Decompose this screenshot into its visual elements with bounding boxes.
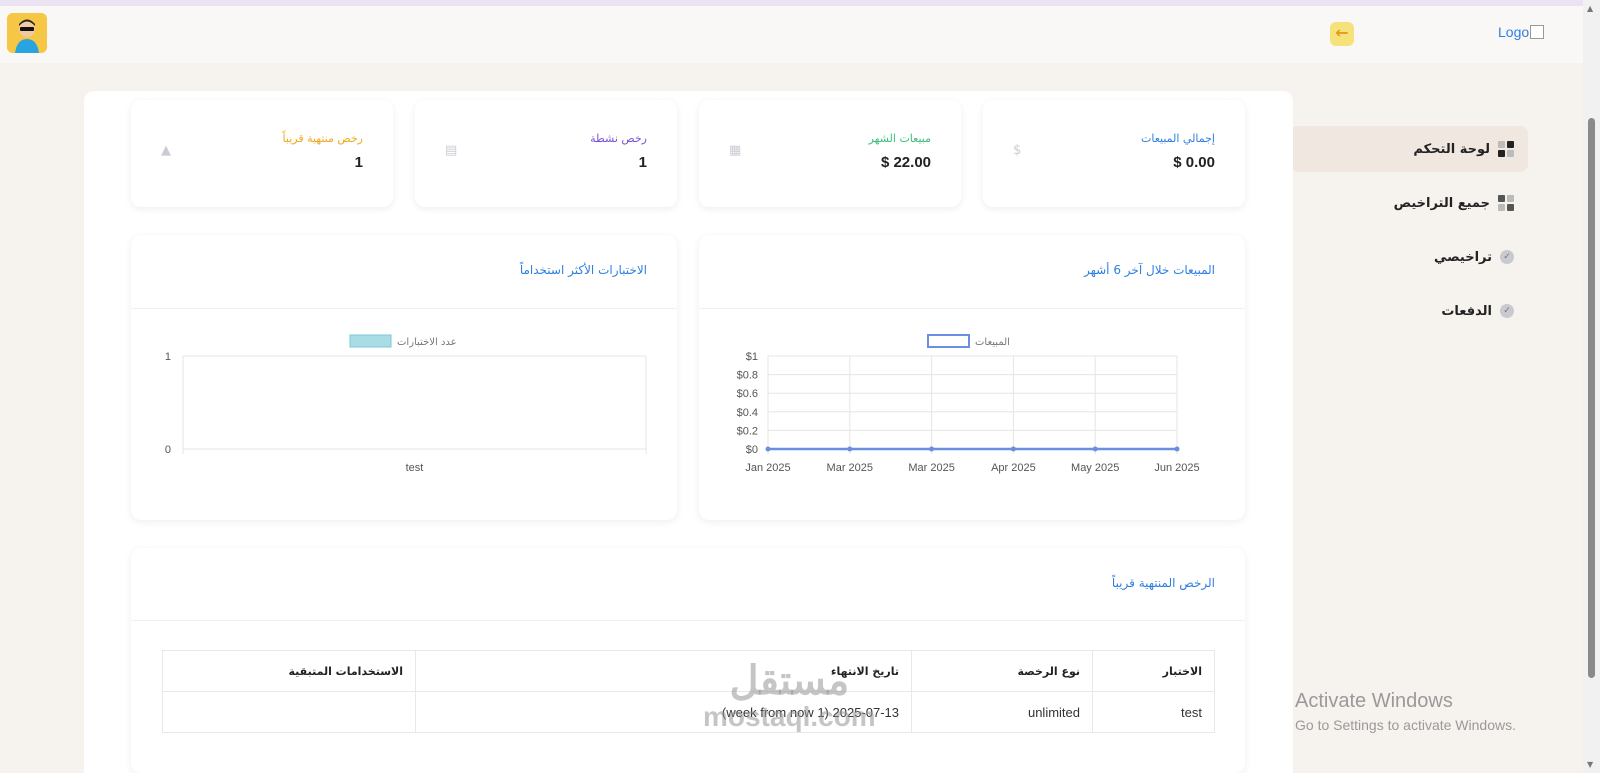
activation-title: Activate Windows [1295, 690, 1453, 712]
sidebar-item-label: الدفعات [1441, 303, 1492, 319]
data-point [929, 446, 935, 452]
user-avatar[interactable] [7, 13, 47, 53]
legend-label: عدد الاختبارات [397, 337, 457, 348]
stat-card-total-sales: إجمالي المبيعات $ 0.00 $ [983, 100, 1245, 207]
shield-check-icon: ✓ [1500, 304, 1514, 318]
grid-icon [1498, 195, 1514, 211]
arrow-left-icon: ← [1335, 23, 1349, 42]
page-scrollbar[interactable]: ▲ ▼ [1583, 0, 1600, 773]
sidebar-item-label: تراخيصي [1433, 249, 1492, 265]
chart-title: المبيعات خلال آخر 6 أشهر [1083, 263, 1215, 277]
legend-swatch [349, 334, 392, 348]
shield-check-icon: ✓ [1500, 250, 1514, 264]
column-header: الاستخدامات المتبقية [162, 650, 416, 692]
tests-bar-chart: عدد الاختبارات 0 1 test [165, 334, 647, 474]
table-cell: unlimited [911, 691, 1093, 733]
legend-swatch [927, 334, 970, 348]
x-tick-label: Jun 2025 [1154, 462, 1199, 474]
watermark-latin: mostaql.com [703, 701, 876, 732]
stat-value: $ 0.00 [1173, 154, 1215, 171]
watermark-arabic: مستقل [729, 659, 850, 703]
top-navbar: ← Logo [0, 6, 1583, 63]
data-point [1174, 446, 1180, 452]
x-tick-label: Jan 2025 [745, 462, 790, 474]
data-point [847, 446, 853, 452]
divider [131, 620, 1245, 621]
stat-value: 1 [638, 154, 647, 171]
sidebar-item-my-licenses[interactable]: ✓ تراخيصي [1290, 234, 1528, 280]
tests-chart-card: الاختبارات الأكثر استخداماً عدد الاختبار… [131, 235, 677, 520]
expiring-licenses-card: الرخص المنتهية قريباً الاختبار نوع الرخص… [131, 548, 1245, 773]
x-tick-label: test [406, 462, 424, 474]
stat-card-active-licenses: رخص نشطة 1 ▤ [415, 100, 677, 207]
broken-image-icon [1530, 25, 1545, 39]
data-point [765, 446, 771, 452]
stat-card-month-sales: مبيعات الشهر $ 22.00 ▦ [699, 100, 961, 207]
x-tick-label: May 2025 [1071, 462, 1119, 474]
stat-title: رخص منتهية قريباً [282, 132, 363, 145]
stat-title: مبيعات الشهر [868, 132, 931, 145]
windows-activation-notice: Activate Windows Go to Settings to activ… [1295, 690, 1516, 733]
sidebar-item-all-licenses[interactable]: جميع التراخيص [1290, 180, 1528, 226]
y-tick-label: $0.2 [737, 425, 758, 437]
y-tick-label: $0.4 [737, 407, 758, 419]
x-tick-label: Mar 2025 [827, 462, 873, 474]
table-header-row: الاختبار نوع الرخصة تاريخ الانتهاء الاست… [162, 650, 1215, 692]
watermark: مستقل mostaql.com [703, 660, 876, 732]
stat-value: 1 [354, 154, 363, 171]
y-tick-label: $0.6 [737, 388, 758, 400]
logo-link[interactable]: Logo [1498, 24, 1545, 40]
expiring-licenses-table: الاختبار نوع الرخصة تاريخ الانتهاء الاست… [162, 650, 1215, 733]
stat-title: رخص نشطة [590, 132, 647, 145]
sales-line-chart: المبيعات $0 $0.2 $0.4 $0.6 $0.8 $1 Jan 2025 Mar … [737, 334, 1200, 474]
logo-alt-text: Logo [1498, 24, 1530, 40]
legend-label: المبيعات [975, 337, 1010, 348]
y-tick-label: $0 [746, 444, 758, 456]
table-title: الرخص المنتهية قريباً [1111, 576, 1215, 590]
column-header: نوع الرخصة [911, 650, 1093, 692]
table-cell: test [1092, 691, 1215, 733]
sidebar-item-label: لوحة التحكم [1413, 141, 1490, 157]
data-point [1010, 446, 1016, 452]
stat-title: إجمالي المبيعات [1140, 132, 1215, 145]
column-header: الاختبار [1092, 650, 1215, 692]
activation-subtitle: Go to Settings to activate Windows. [1295, 717, 1516, 733]
y-tick-label: 0 [165, 444, 171, 456]
stat-value: $ 22.00 [880, 154, 931, 171]
x-tick-label: Apr 2025 [991, 462, 1036, 474]
warning-icon: ▲ [161, 143, 171, 158]
chart-title: الاختبارات الأكثر استخداماً [519, 263, 647, 277]
y-tick-label: 1 [165, 351, 171, 363]
sales-chart-card: المبيعات خلال آخر 6 أشهر المبيعات $0 $0.2 $… [699, 235, 1245, 520]
data-point [1092, 446, 1098, 452]
clipboard-icon: ▤ [445, 143, 458, 158]
sidebar-item-payments[interactable]: ✓ الدفعات [1290, 288, 1528, 334]
avatar-image [7, 13, 47, 53]
scroll-up-arrow-icon[interactable]: ▲ [1587, 4, 1593, 13]
calendar-icon: ▦ [729, 143, 742, 158]
sidebar-item-label: جميع التراخيص [1393, 195, 1490, 211]
y-tick-label: $0.8 [737, 370, 758, 382]
table-cell [162, 691, 416, 733]
scroll-down-arrow-icon[interactable]: ▼ [1587, 760, 1593, 769]
stat-card-expiring-licenses: رخص منتهية قريباً 1 ▲ [131, 100, 393, 207]
x-tick-label: Mar 2025 [908, 462, 954, 474]
grid-icon [1498, 141, 1514, 157]
scrollbar-thumb[interactable] [1588, 118, 1595, 678]
dollar-icon: $ [1013, 143, 1022, 158]
y-tick-label: $1 [746, 351, 758, 363]
logout-button[interactable]: ← [1330, 22, 1354, 46]
table-row: test unlimited 2025-07-13 (1 week from n… [162, 691, 1215, 733]
sidebar-item-dashboard[interactable]: لوحة التحكم [1290, 126, 1528, 172]
